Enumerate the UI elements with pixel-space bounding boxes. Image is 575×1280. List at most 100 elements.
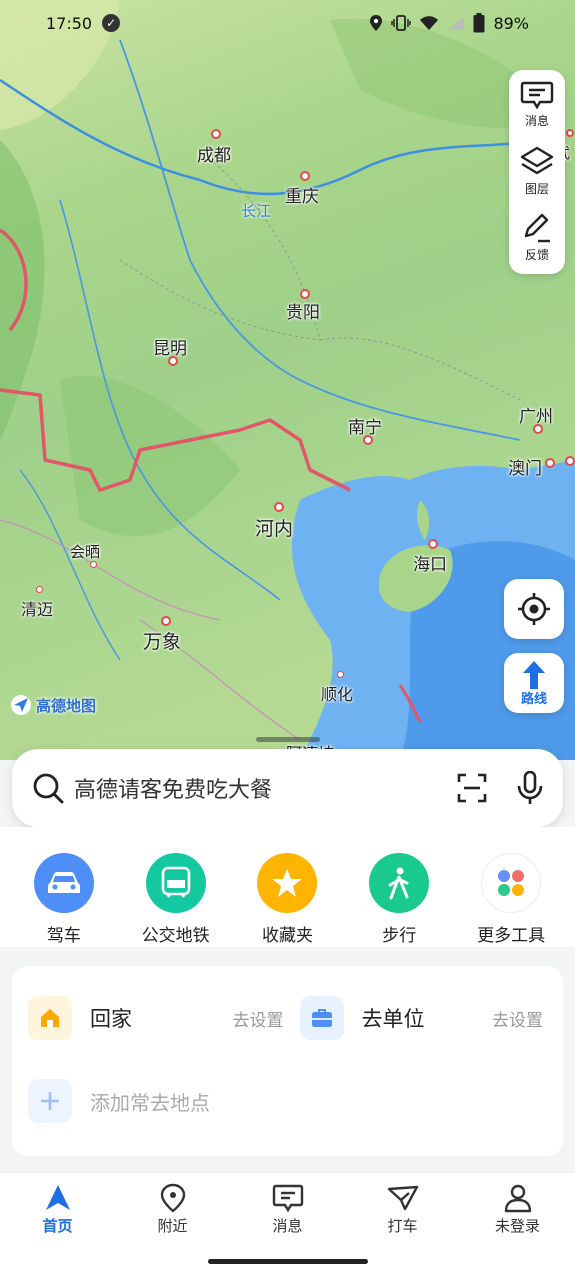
city-label[interactable]: 南宁: [348, 413, 382, 438]
status-time: 17:50: [46, 13, 93, 33]
taxi-icon: [387, 1185, 418, 1211]
nav-profile[interactable]: 未登录: [473, 1183, 563, 1280]
city-label[interactable]: 会晒: [70, 541, 100, 562]
battery-percent: 89%: [493, 13, 529, 33]
amap-logo: 高德地图: [10, 694, 96, 716]
map-side-panel: 消息 图层 反馈: [509, 70, 565, 274]
sheet-drag-handle[interactable]: [256, 737, 320, 742]
nav-label: 未登录: [494, 1217, 540, 1235]
location-status-icon: [370, 15, 383, 31]
gesture-home-bar[interactable]: [208, 1259, 368, 1264]
plus-icon: [28, 1079, 72, 1123]
work-label: 去单位: [361, 1007, 425, 1031]
location-pin-icon: [160, 1183, 185, 1213]
tool-more[interactable]: 更多工具: [459, 853, 564, 947]
city-label[interactable]: 万象: [143, 627, 181, 654]
tool-favorites[interactable]: 收藏夹: [235, 853, 340, 947]
messages-label: 消息: [524, 114, 549, 128]
star-icon: [257, 853, 318, 913]
city-dot: [90, 561, 97, 568]
navigation-arrow-icon: [11, 695, 31, 715]
nav-label: 附近: [157, 1217, 188, 1235]
city-dot: [428, 539, 438, 549]
city-label[interactable]: 清迈: [21, 596, 53, 620]
add-place-row[interactable]: 添加常去地点: [28, 1070, 547, 1132]
nav-messages[interactable]: 消息: [243, 1183, 333, 1280]
work-set-link[interactable]: 去设置: [492, 1006, 543, 1031]
nav-home[interactable]: 首页: [13, 1183, 103, 1280]
microphone-icon[interactable]: [517, 771, 543, 805]
up-arrow-route-icon: [523, 660, 545, 689]
home-icon: [28, 996, 72, 1040]
user-icon: [504, 1184, 531, 1213]
city-dot: [300, 171, 310, 181]
city-label[interactable]: 昆明: [153, 334, 187, 359]
tool-drive[interactable]: 驾车: [11, 853, 116, 947]
city-dot: [168, 356, 178, 366]
tool-walk[interactable]: 步行: [347, 853, 452, 947]
tool-label: 更多工具: [477, 926, 546, 946]
battery-icon: [473, 13, 485, 33]
nav-label: 消息: [272, 1217, 303, 1235]
nav-label: 打车: [387, 1217, 418, 1235]
scan-icon[interactable]: [457, 773, 487, 803]
car-icon: [33, 853, 94, 913]
verified-check-icon: ✓: [102, 14, 121, 32]
river-label: 长江: [241, 202, 272, 220]
message-icon: [272, 1184, 303, 1213]
map-view[interactable]: 成都 重庆 长江 贵阳 昆明 南宁 广州 澳门 河内 海口 会晒 清迈 万象 顺…: [0, 0, 575, 760]
nav-nearby[interactable]: 附近: [128, 1183, 218, 1280]
messages-button[interactable]: 消息: [520, 80, 554, 140]
home-label: 回家: [90, 1007, 132, 1031]
city-label[interactable]: 重庆: [285, 182, 319, 207]
signal-icon: [448, 16, 465, 30]
city-label[interactable]: 海口: [413, 550, 447, 575]
logo-text: 高德地图: [36, 696, 97, 715]
home-set-link[interactable]: 去设置: [233, 1006, 284, 1031]
city-dot: [363, 435, 373, 445]
quick-tools-row: 驾车 公交地铁 收藏夹 步行 更多工具: [0, 827, 575, 947]
city-dot: [565, 456, 575, 466]
city-dot: [36, 586, 43, 593]
walk-icon: [369, 853, 430, 913]
wifi-icon: [420, 16, 439, 30]
layers-button[interactable]: 图层: [520, 146, 554, 206]
city-dot: [566, 129, 574, 137]
tool-transit[interactable]: 公交地铁: [123, 853, 228, 947]
search-input[interactable]: 高德请客免费吃大餐: [74, 772, 457, 804]
city-dot: [533, 424, 543, 434]
city-label[interactable]: 顺化: [321, 681, 353, 705]
city-label[interactable]: 河内: [255, 514, 293, 541]
layers-label: 图层: [524, 182, 549, 196]
nav-taxi[interactable]: 打车: [358, 1183, 448, 1280]
work-place[interactable]: 去单位 去设置: [288, 996, 548, 1040]
route-label: 路线: [520, 691, 547, 707]
nav-label: 首页: [42, 1217, 73, 1235]
home-nav-icon: [45, 1185, 70, 1210]
feedback-button[interactable]: 反馈: [520, 212, 554, 272]
vibrate-icon: [391, 15, 412, 31]
layers-icon: [520, 146, 554, 175]
city-dot: [545, 458, 555, 468]
city-label[interactable]: 成都: [197, 141, 231, 166]
add-place-label: 添加常去地点: [90, 1090, 210, 1115]
map-terrain: [0, 0, 575, 760]
tool-label: 公交地铁: [141, 926, 210, 946]
locate-me-button[interactable]: [504, 579, 564, 639]
home-place[interactable]: 回家 去设置: [28, 996, 288, 1040]
feedback-label: 反馈: [524, 248, 549, 262]
status-bar: 17:50 ✓ 89%: [0, 0, 575, 46]
city-label[interactable]: 澳门: [508, 454, 542, 479]
city-dot: [274, 502, 284, 512]
briefcase-icon: [299, 996, 344, 1040]
chat-bubble-icon: [520, 81, 554, 110]
tool-label: 步行: [382, 926, 417, 946]
city-label[interactable]: 贵阳: [286, 298, 320, 323]
tool-label: 驾车: [46, 926, 81, 946]
city-dot: [337, 671, 344, 678]
crosshair-icon: [518, 593, 550, 625]
route-button[interactable]: 路线: [504, 653, 564, 713]
search-bar[interactable]: 高德请客免费吃大餐: [12, 749, 563, 827]
tool-label: 收藏夹: [261, 926, 313, 946]
bus-icon: [145, 853, 206, 913]
